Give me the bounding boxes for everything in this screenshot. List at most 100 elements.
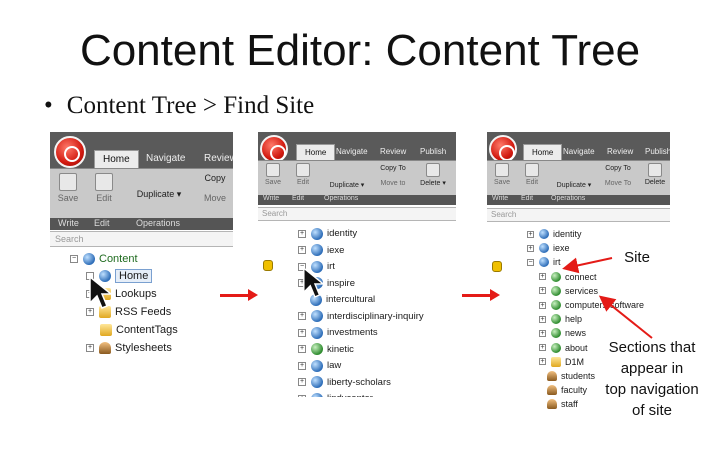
expand-icon[interactable]: + — [298, 328, 306, 337]
tree-item[interactable]: + computers-software — [539, 298, 644, 312]
expand-icon[interactable]: + — [539, 287, 546, 295]
tree-item[interactable]: + identity — [527, 227, 582, 241]
tree-item[interactable]: + news — [539, 326, 586, 340]
expand-icon[interactable]: + — [539, 273, 546, 281]
expand-icon[interactable]: + — [527, 244, 534, 252]
tree-item[interactable]: students — [547, 369, 595, 383]
tree-item[interactable]: + law — [298, 357, 341, 374]
expand-icon[interactable]: + — [298, 246, 306, 254]
expand-icon[interactable]: + — [539, 329, 546, 337]
move-to-label: Move To — [604, 180, 632, 187]
tree-item[interactable]: + services — [539, 284, 598, 298]
move-to-button[interactable]: Move To — [601, 180, 635, 187]
expand-icon[interactable]: + — [86, 343, 94, 352]
annotation-site: Site — [624, 249, 650, 266]
move-button[interactable]: Move — [198, 193, 232, 203]
ribbon: Home Navigate Review Publish Save Edit D… — [258, 132, 456, 205]
tree-item[interactable]: + connect — [539, 270, 597, 284]
tree-item[interactable]: + iexe — [298, 242, 344, 259]
site-globe-icon — [551, 300, 561, 310]
tab-review[interactable]: Review — [380, 147, 406, 156]
app-logo-icon[interactable] — [489, 135, 517, 163]
tree-item[interactable]: − irt — [527, 255, 561, 269]
tab-publish[interactable]: Publish — [420, 147, 446, 156]
edit-button[interactable]: Edit — [92, 173, 116, 203]
expand-icon[interactable]: + — [298, 229, 306, 238]
expand-icon[interactable]: + — [539, 358, 546, 366]
group-edit: Edit — [521, 195, 534, 202]
tab-home[interactable]: Home — [94, 150, 139, 168]
tree-item[interactable]: + identity — [298, 225, 357, 242]
tab-navigate[interactable]: Navigate — [336, 147, 368, 156]
expand-icon[interactable]: + — [539, 315, 546, 323]
tree-item[interactable]: + kinetic — [298, 341, 354, 358]
tab-home[interactable]: Home — [296, 144, 336, 160]
copy-to-button[interactable]: Copy To — [376, 165, 410, 172]
tree-item-label: students — [561, 371, 596, 381]
site-globe-icon — [311, 343, 323, 355]
tree-item[interactable]: + investments — [298, 324, 378, 341]
delete-button[interactable]: Delete — [641, 163, 669, 186]
tags-icon — [100, 323, 112, 336]
tab-navigate[interactable]: Navigate — [146, 153, 185, 164]
duplicate-label: Duplicate — [136, 189, 175, 199]
copy-to-label: Copy To — [605, 165, 631, 172]
tab-review[interactable]: Review — [204, 153, 233, 164]
tree-item-label: irt — [327, 261, 335, 272]
tab-review[interactable]: Review — [607, 147, 633, 156]
expand-icon[interactable]: + — [298, 345, 306, 353]
tab-navigate[interactable]: Navigate — [563, 147, 595, 156]
tree-item-label: iexe — [553, 243, 570, 254]
edit-button[interactable]: Edit — [521, 163, 543, 186]
expand-icon[interactable]: + — [298, 361, 306, 370]
edit-button[interactable]: Edit — [292, 163, 314, 186]
tree-item[interactable]: + help — [539, 312, 582, 326]
save-button[interactable]: Save — [262, 163, 284, 186]
tree-item[interactable]: + liberty-scholars — [298, 374, 391, 391]
expand-icon[interactable]: + — [298, 378, 306, 386]
collapse-icon[interactable]: − — [70, 254, 78, 263]
tree-item-label: Home — [115, 268, 153, 283]
copy-to-button[interactable]: Copy To — [601, 165, 635, 172]
expand-icon[interactable]: + — [298, 312, 306, 320]
copy-button[interactable]: Copy — [198, 173, 232, 183]
app-logo-icon[interactable] — [260, 135, 288, 163]
user-icon — [547, 371, 557, 381]
duplicate-button[interactable]: Duplicate ▾ — [324, 181, 370, 189]
collapse-icon[interactable]: − — [527, 258, 534, 266]
search-input[interactable]: Search — [50, 231, 233, 247]
search-input[interactable]: Search — [487, 208, 670, 222]
tree-item[interactable]: + about — [539, 341, 588, 355]
tab-home[interactable]: Home — [523, 144, 563, 160]
tree-item-label: D1M — [565, 356, 585, 367]
tab-publish[interactable]: Publish — [645, 147, 670, 156]
tree-item[interactable]: + D1M — [539, 355, 584, 369]
edit-label: Edit — [525, 179, 539, 186]
tree-item[interactable]: + iexe — [527, 241, 570, 255]
screenshot-panel-2: Home Navigate Review Publish Save Edit D… — [258, 132, 456, 397]
tree-item-label: RSS Feeds — [115, 305, 172, 318]
tree-item[interactable]: staff — [547, 397, 578, 410]
tree-item[interactable]: + lindycenter — [298, 390, 373, 397]
duplicate-button[interactable]: Duplicate ▾ — [551, 181, 597, 189]
expand-icon[interactable]: + — [298, 394, 306, 397]
tree-item[interactable]: faculty — [547, 383, 587, 397]
expand-icon[interactable]: + — [527, 230, 534, 238]
delete-button[interactable]: Delete ▾ — [418, 163, 448, 187]
move-to-button[interactable]: Move to — [376, 180, 410, 187]
app-logo-icon[interactable] — [54, 136, 86, 168]
screenshot-panel-1: Home Navigate Review Save Edit Duplicate… — [50, 132, 233, 397]
bullet-dot: • — [44, 92, 53, 119]
tree-item-stylesheets[interactable]: + Stylesheets — [86, 339, 172, 356]
annotation-line: appear in — [620, 360, 684, 377]
save-button[interactable]: Save — [56, 173, 80, 203]
duplicate-button[interactable]: Duplicate ▾ — [134, 189, 184, 200]
tree-item-content[interactable]: − Content — [70, 250, 138, 267]
search-input[interactable]: Search — [258, 207, 456, 221]
expand-icon[interactable]: + — [539, 301, 546, 309]
toolbar: Save Edit Duplicate ▾ Copy To Move to De… — [258, 160, 456, 196]
save-button[interactable]: Save — [491, 163, 513, 186]
tree-item-contenttags[interactable]: ContentTags — [100, 321, 178, 338]
tree-item[interactable]: + interdisciplinary-inquiry — [298, 308, 424, 325]
expand-icon[interactable]: + — [539, 344, 546, 352]
